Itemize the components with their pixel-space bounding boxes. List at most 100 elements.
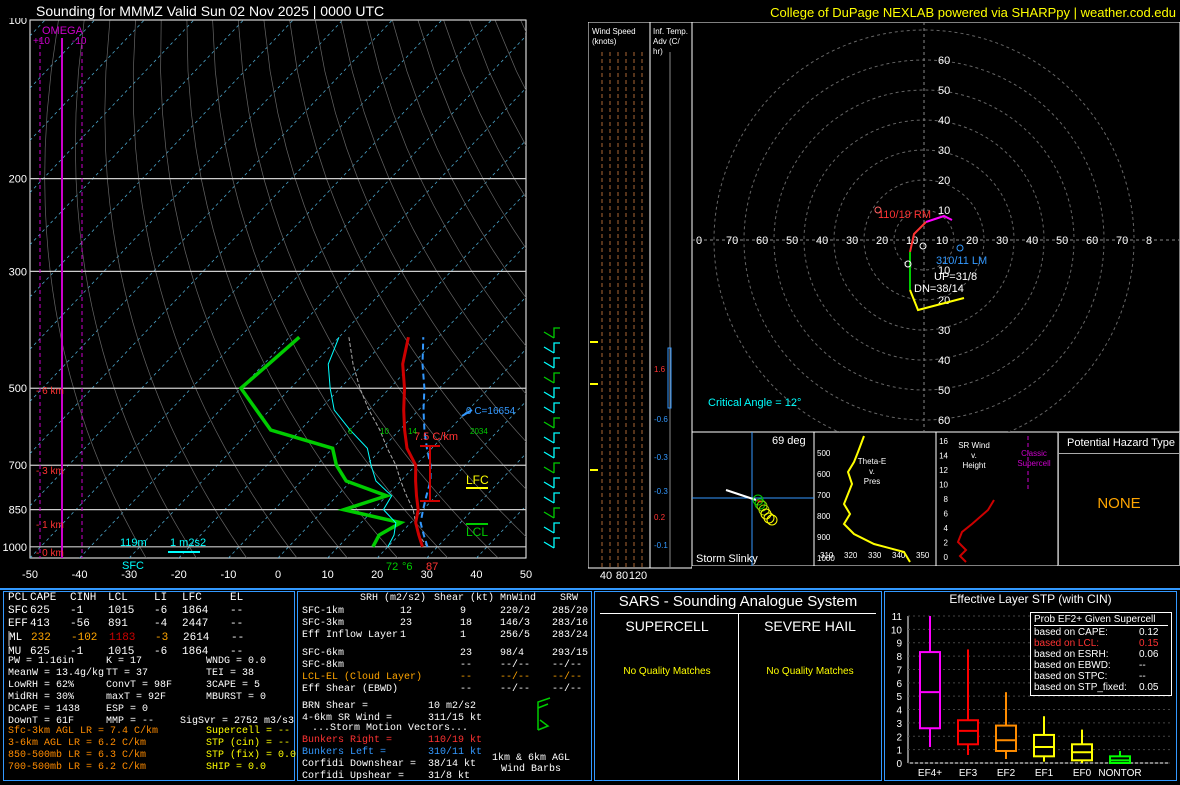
wind-speed-title: Wind Speed <box>592 27 636 36</box>
composite-indices: Supercell = -- STP (cin) = -- STP (fix) = … <box>206 726 296 774</box>
rm-label: 110/19 RM <box>878 209 931 221</box>
theta-frame <box>814 432 936 566</box>
stp-category-label: EF4+ <box>918 768 942 779</box>
kin-cell: 9 <box>460 606 467 617</box>
kin-row: SFC-1km 12 9 220/2 285/20 <box>302 606 589 618</box>
kin-extra-value: 310/11 kt <box>428 747 483 758</box>
theta-ytick: 500 <box>817 449 831 458</box>
stp-box <box>957 719 979 746</box>
page-title: Sounding for MMMZ Valid Sun 02 Nov 2025 … <box>36 3 385 19</box>
stp-ytick: 1 <box>896 746 902 757</box>
theta-title: Theta-E <box>858 457 886 466</box>
kin-extra-label: Corfidi Downshear = <box>302 759 417 770</box>
kin-cell: 285/20 <box>552 606 589 617</box>
parcel-header: LCL <box>108 592 128 604</box>
kin-row: Eff Inflow Layer 1 1 256/5 283/24 <box>302 630 588 642</box>
lapse-rate-row: Sfc-3km AGL LR = 7.4 C/km <box>8 726 159 737</box>
dry-adiabat <box>237 20 499 558</box>
kin-cell: -- <box>460 684 473 695</box>
dry-adiabat <box>104 20 247 558</box>
prob-label: based on CAPE: <box>1034 627 1108 638</box>
parcel-cell: -102 <box>71 632 98 644</box>
temp-adv-title: hr) <box>653 47 663 56</box>
hodograph-ring-label: 50 <box>938 85 950 97</box>
srw-note: Classic <box>1021 449 1047 458</box>
kin-cell: SFC-1km <box>302 606 345 617</box>
lapse-rate-row: 700-500mb LR = 6.2 C/km <box>8 762 147 773</box>
kin-cell: 18 <box>460 618 473 629</box>
sfc-label: SFC <box>122 560 144 572</box>
prob-label: based on EBWD: <box>1034 660 1111 671</box>
temp-tick-label: 40 <box>470 569 482 581</box>
pressure-tick-label: 850 <box>9 505 27 517</box>
parcel-header: PCL <box>8 592 28 604</box>
kin-cell: --/-- <box>552 660 583 671</box>
wind-barb <box>543 327 560 339</box>
prob-label: based on STPC: <box>1034 671 1108 682</box>
mixing-ratio-label: 14 <box>408 427 417 436</box>
index-cell: MBURST = 0 <box>206 692 267 703</box>
prob-value: -- <box>1139 671 1146 682</box>
prob-ef2-box: Prob EF2+ Given Supercell based on CAPE: 0… <box>1030 612 1172 696</box>
isotherm-line <box>30 20 195 194</box>
lapse-rate-row: 3-6km AGL LR = 6.2 C/km <box>8 738 147 749</box>
parcel-header-row: PCL CAPE CINH LCL LI LFC EL <box>8 592 243 605</box>
lfc-label: LFC <box>466 473 489 487</box>
theta-xtick: 310 <box>820 551 834 560</box>
dry-adiabat <box>520 20 526 33</box>
up-marker <box>919 242 927 250</box>
kin-header: SRH (m2/s2) <box>360 593 427 604</box>
prob-value: 0.05 <box>1139 682 1159 693</box>
mixing-ratio-label: 10 <box>380 427 389 436</box>
dry-adiabat <box>494 20 526 92</box>
stp-category-label: EF2 <box>997 768 1016 779</box>
isotherm-line <box>30 20 294 298</box>
kin-cell: -- <box>460 672 473 683</box>
stp-ytick: 3 <box>896 719 902 730</box>
hodograph-xtick: 50 <box>786 235 798 247</box>
slinky-circle <box>766 514 778 526</box>
srw-trace <box>956 499 995 563</box>
kin-cell: 293/15 <box>552 648 589 659</box>
temp-adv-value: 0.2 <box>654 513 666 522</box>
wind-barb <box>543 507 560 519</box>
wind-barb <box>543 402 560 414</box>
kin-cell: 1 <box>400 630 407 641</box>
index-cell: MeanW = 13.4g/kg <box>8 668 105 679</box>
theta-e-plot: 5006007008009001000310 320 330 340 350Theta-… <box>814 432 936 566</box>
wind-barb <box>543 477 560 489</box>
parcel-cell: -56 <box>70 618 90 630</box>
hazard-title: Potential Hazard Type <box>1067 437 1176 449</box>
kin-row: SFC-3km 23 18 146/3 283/16 <box>302 618 588 630</box>
parcel-cell: -4 <box>154 618 168 630</box>
hodograph-xtick: 60 <box>1086 235 1098 247</box>
wind-speed-tick: 80 <box>616 570 628 582</box>
index-cell: TEI = 38 <box>206 668 255 679</box>
kin-header: MnWind <box>500 593 537 604</box>
composite-row: Supercell = -- <box>206 726 291 737</box>
hodograph-ring-label: 30 <box>938 325 950 337</box>
mixing-ratio-label: 6 <box>348 427 353 436</box>
isotherm-line <box>30 20 95 89</box>
stp-ytick: 10 <box>891 625 903 636</box>
stp-ytick: 11 <box>892 612 903 623</box>
temp-adv-value: -0.3 <box>654 487 668 496</box>
temp-adv-value: -0.1 <box>654 541 668 550</box>
isotherm-line <box>30 20 46 37</box>
prob-label: based on STP_fixed: <box>1034 682 1127 693</box>
temp-adv-value: -0.6 <box>654 415 668 424</box>
composite-row: STP (cin) = -- <box>206 738 291 749</box>
hodograph-ring-label: 40 <box>938 115 950 127</box>
dn-label: DN=38/14 <box>914 283 964 295</box>
parcel-cell: -- <box>230 605 244 617</box>
hodograph-xtick: 0 <box>696 235 702 247</box>
height-label: - 1 km <box>36 520 64 531</box>
wind-barb <box>543 492 560 504</box>
parcel-header: CINH <box>70 592 97 604</box>
srw-ytick: 6 <box>944 510 949 519</box>
stp-ytick: 9 <box>896 639 902 650</box>
sfc-dewpoint-label: 72 <box>386 561 398 573</box>
sars-vdivider <box>738 614 739 780</box>
parcel-cell: 1864 <box>182 605 209 617</box>
index-cell: PW = 1.16in <box>8 656 75 667</box>
